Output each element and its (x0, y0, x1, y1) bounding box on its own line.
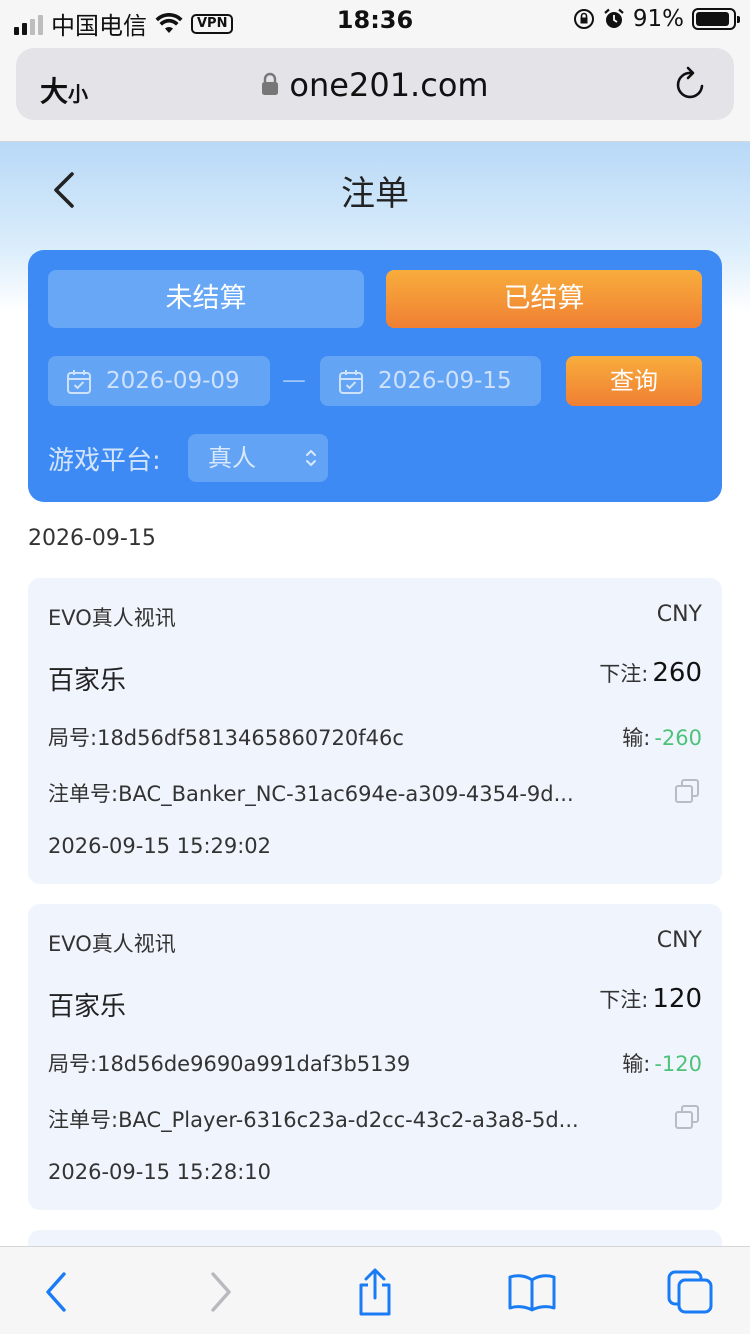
browser-forward-button[interactable] (195, 1267, 245, 1317)
record-bet: 下注: 120 (599, 984, 702, 1014)
record-time: 2026-09-15 15:29:02 (48, 834, 272, 858)
order-id: BAC_Player-6316c23a-d2cc-43c2-a3a8-5d... (118, 1108, 579, 1132)
record-platform: EVO真人视讯 (48, 606, 176, 630)
order-label: 注单号: (48, 782, 119, 806)
calendar-icon (339, 370, 363, 394)
end-date-value: 2026-09-15 (378, 368, 512, 394)
tab-unsettled[interactable]: 未结算 (48, 270, 364, 328)
share-icon (359, 1268, 391, 1316)
nav-header: 注单 (0, 142, 750, 238)
result-amount: -260 (654, 726, 702, 750)
record-bet: 下注: 260 (599, 658, 702, 688)
status-right: 91% (573, 6, 740, 32)
record-result: 输: -120 (622, 1048, 702, 1078)
calendar-icon (67, 370, 91, 394)
order-label: 注单号: (48, 1108, 119, 1132)
bet-label: 下注: (599, 662, 649, 686)
bet-record-card-partial (28, 1230, 722, 1246)
record-currency: CNY (656, 602, 702, 627)
bookmarks-button[interactable] (507, 1267, 557, 1317)
tabs-button[interactable] (665, 1267, 715, 1317)
battery-fill (696, 12, 729, 26)
tab-settled[interactable]: 已结算 (386, 270, 702, 328)
record-platform: EVO真人视讯 (48, 932, 176, 956)
select-updown-icon (306, 450, 316, 466)
record-time: 2026-09-15 15:28:10 (48, 1160, 272, 1184)
alarm-icon (604, 8, 624, 28)
record-order: 注单号:BAC_Banker_NC-31ac694e-a309-4354-9d.… (48, 778, 648, 808)
platform-label: 游戏平台: (48, 446, 161, 476)
filter-panel: 未结算 已结算 2026-09-09 — 2026-09-15 查询 游戏平台:… (28, 250, 722, 502)
bookmarks-icon (508, 1274, 556, 1312)
round-label: 局号: (48, 726, 98, 750)
tabs-icon (667, 1270, 713, 1314)
date-separator: — (282, 366, 306, 394)
round-id: 18d56de9690a991daf3b5139 (97, 1052, 411, 1076)
url-text: one201.com (289, 66, 489, 104)
share-button[interactable] (350, 1267, 400, 1317)
result-label: 输: (622, 1052, 651, 1076)
query-button[interactable]: 查询 (566, 356, 702, 406)
order-id: BAC_Banker_NC-31ac694e-a309-4354-9d... (118, 782, 574, 806)
date-group-heading: 2026-09-15 (28, 526, 156, 551)
start-date-field[interactable]: 2026-09-09 (48, 356, 270, 406)
reload-icon[interactable] (674, 66, 708, 102)
result-label: 输: (622, 726, 651, 750)
address-bar[interactable]: 大小 one201.com (16, 48, 734, 120)
bet-record-card: EVO真人视讯 CNY 百家乐 下注: 120 局号:18d56de9690a99… (28, 904, 722, 1210)
page-title: 注单 (341, 174, 409, 214)
page-content: 注单 未结算 已结算 2026-09-09 — 2026-09-15 查询 游戏… (0, 142, 750, 1246)
round-id: 18d56df5813465860720f46c (97, 726, 404, 750)
record-result: 输: -260 (622, 722, 702, 752)
url-display[interactable]: one201.com (16, 66, 734, 104)
record-round: 局号:18d56df5813465860720f46c (48, 722, 404, 752)
platform-select[interactable]: 真人 (188, 434, 328, 482)
browser-chrome: 大小 one201.com (0, 40, 750, 142)
result-amount: -120 (654, 1052, 702, 1076)
bet-label: 下注: (599, 988, 649, 1012)
bet-amount: 260 (652, 658, 702, 688)
record-round: 局号:18d56de9690a991daf3b5139 (48, 1048, 410, 1078)
browser-toolbar (0, 1246, 750, 1334)
rotation-lock-icon (573, 9, 594, 29)
copy-icon[interactable] (674, 778, 700, 804)
start-date-value: 2026-09-09 (106, 368, 240, 394)
record-game: 百家乐 (48, 992, 127, 1022)
chevron-right-icon (211, 1272, 231, 1312)
battery-icon (692, 8, 740, 30)
bet-amount: 120 (652, 984, 702, 1014)
platform-select-value: 真人 (208, 444, 256, 472)
record-order: 注单号:BAC_Player-6316c23a-d2cc-43c2-a3a8-5… (48, 1104, 648, 1134)
record-currency: CNY (656, 928, 702, 953)
status-bar: 中国电信 VPN 18:36 91% (0, 0, 750, 40)
lock-icon (262, 72, 279, 95)
chevron-left-icon (46, 1272, 66, 1312)
browser-back-button[interactable] (32, 1267, 82, 1317)
record-game: 百家乐 (48, 666, 127, 696)
bet-record-card: EVO真人视讯 CNY 百家乐 下注: 260 局号:18d56df5813465… (28, 578, 722, 884)
battery-percent: 91% (632, 6, 684, 32)
end-date-field[interactable]: 2026-09-15 (320, 356, 541, 406)
round-label: 局号: (48, 1052, 98, 1076)
copy-icon[interactable] (674, 1104, 700, 1130)
